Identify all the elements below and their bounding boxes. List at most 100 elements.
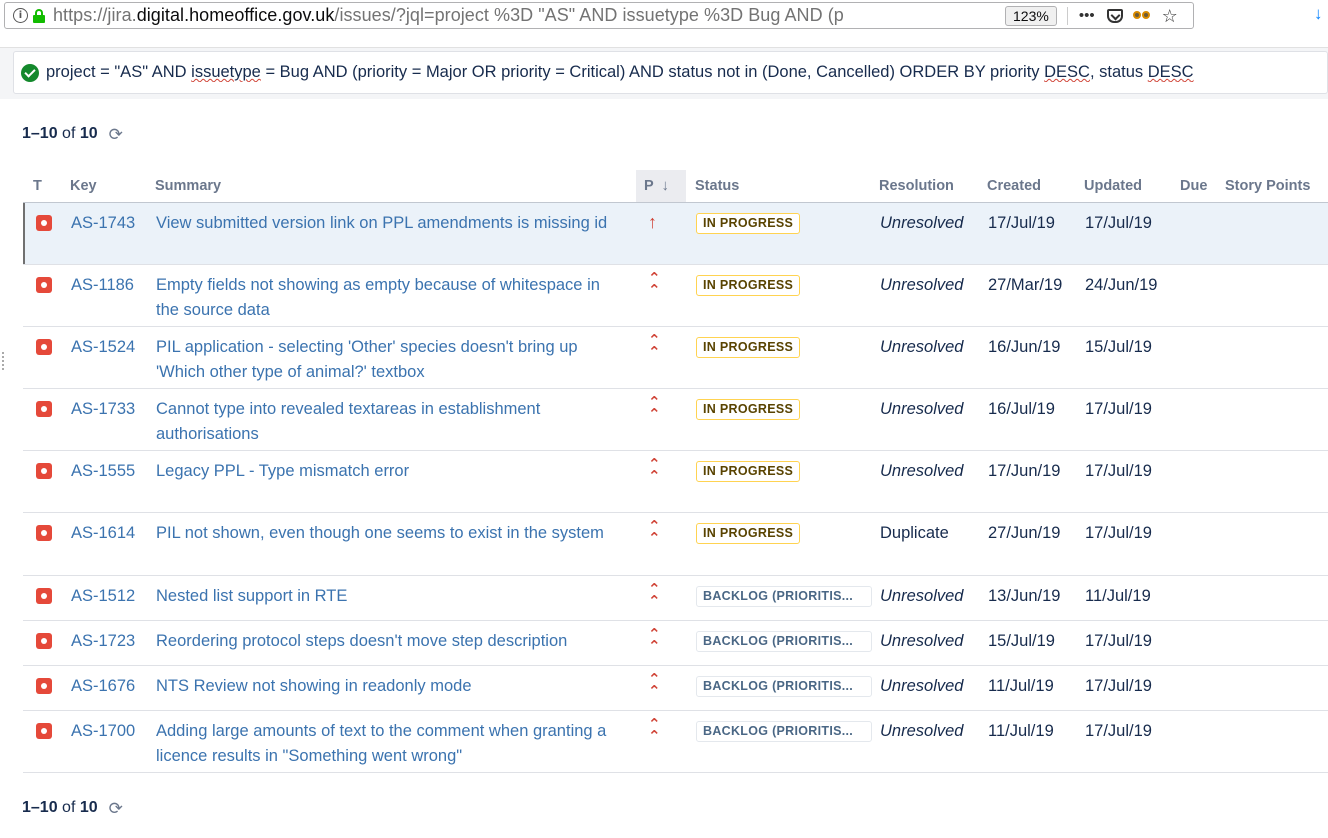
table-row[interactable]: AS-1512 Nested list support in RTE ⌃ ⌃ BACKL… xyxy=(23,575,1328,621)
jql-input[interactable]: project = "AS" AND issuetype = Bug AND (… xyxy=(13,51,1328,94)
download-icon[interactable]: ↓ xyxy=(1314,4,1323,24)
cell-type xyxy=(23,575,70,621)
status-lozenge: IN PROGRESS xyxy=(696,274,801,296)
cell-key: AS-1186 xyxy=(70,264,155,327)
jql-valid-icon xyxy=(21,63,39,82)
cell-type xyxy=(23,264,70,327)
priority-major-icon: ⌃ ⌃ xyxy=(648,393,661,423)
issue-key-link[interactable]: AS-1512 xyxy=(71,587,135,605)
issue-summary-link[interactable]: Nested list support in RTE xyxy=(156,587,347,605)
cell-due xyxy=(1180,620,1225,666)
cell-updated: 24/Jun/19 xyxy=(1084,264,1180,327)
ellipsis-icon[interactable]: ••• xyxy=(1079,8,1095,23)
updated-date: 17/Jul/19 xyxy=(1085,631,1152,650)
site-info-icon[interactable]: i xyxy=(13,8,28,23)
results-of: of xyxy=(62,799,76,816)
url-text[interactable]: https://jira.digital.homeoffice.gov.uk/i… xyxy=(53,5,985,26)
priority-major-icon: ⌃ ⌃ xyxy=(648,670,661,700)
cell-story-points xyxy=(1225,388,1328,451)
priority-major-icon: ⌃ ⌃ xyxy=(648,517,661,547)
cell-due xyxy=(1180,575,1225,621)
issue-summary-link[interactable]: Reordering protocol steps doesn't move s… xyxy=(156,632,567,650)
cell-story-points xyxy=(1225,665,1328,711)
issue-key-link[interactable]: AS-1555 xyxy=(71,462,135,480)
status-lozenge: BACKLOG (PRIORITIS... xyxy=(696,630,872,652)
cell-story-points xyxy=(1225,264,1328,327)
resolution-text: Duplicate xyxy=(880,523,949,542)
column-header-created[interactable]: Created xyxy=(987,170,1084,203)
status-lozenge: IN PROGRESS xyxy=(696,336,801,358)
column-header-priority[interactable]: P ↓ xyxy=(636,170,686,203)
tracking-mask-icon[interactable] xyxy=(1132,10,1151,21)
resolution-text: Unresolved xyxy=(880,337,964,356)
column-header-story-points[interactable]: Story Points xyxy=(1225,170,1328,203)
issue-summary-link[interactable]: Cannot type into revealed textareas in e… xyxy=(156,400,540,443)
cell-status: IN PROGRESS xyxy=(686,202,879,265)
status-lozenge: IN PROGRESS xyxy=(696,398,801,420)
status-lozenge: IN PROGRESS xyxy=(696,460,801,482)
issue-summary-link[interactable]: Legacy PPL - Type mismatch error xyxy=(156,462,409,480)
issue-summary-link[interactable]: PIL not shown, even though one seems to … xyxy=(156,524,604,542)
issue-key-link[interactable]: AS-1676 xyxy=(71,677,135,695)
issue-key-link[interactable]: AS-1733 xyxy=(71,400,135,418)
column-header-due[interactable]: Due xyxy=(1180,170,1225,203)
issue-key-link[interactable]: AS-1723 xyxy=(71,632,135,650)
table-row[interactable]: AS-1700 Adding large amounts of text to t… xyxy=(23,710,1328,773)
sidebar-resize-handle[interactable] xyxy=(2,352,5,370)
cell-type xyxy=(23,450,70,513)
cell-summary: PIL not shown, even though one seems to … xyxy=(155,512,636,576)
cell-status: IN PROGRESS xyxy=(686,326,879,389)
cell-resolution: Unresolved xyxy=(879,620,987,666)
browser-url-bar[interactable]: i https://jira.digital.homeoffice.gov.uk… xyxy=(4,2,1194,29)
pocket-icon[interactable] xyxy=(1106,8,1123,23)
cell-resolution: Unresolved xyxy=(879,264,987,327)
results-count-bottom: 1–10 of 10 ⟳ xyxy=(22,799,123,817)
table-row[interactable]: AS-1733 Cannot type into revealed textare… xyxy=(23,388,1328,451)
refresh-icon[interactable]: ⟳ xyxy=(109,126,123,143)
cell-type xyxy=(23,326,70,389)
issue-summary-link[interactable]: Empty fields not showing as empty becaus… xyxy=(156,276,600,319)
resolution-text: Unresolved xyxy=(880,275,964,294)
issue-summary-link[interactable]: PIL application - selecting 'Other' spec… xyxy=(156,338,578,381)
column-header-key[interactable]: Key xyxy=(70,170,155,203)
cell-story-points xyxy=(1225,620,1328,666)
issue-summary-link[interactable]: Adding large amounts of text to the comm… xyxy=(156,722,606,765)
results-range: 1–10 xyxy=(22,125,58,142)
issue-summary-link[interactable]: NTS Review not showing in readonly mode xyxy=(156,677,472,695)
refresh-icon[interactable]: ⟳ xyxy=(109,800,123,817)
resolution-text: Unresolved xyxy=(880,631,964,650)
column-header-status[interactable]: Status xyxy=(686,170,879,203)
table-row[interactable]: AS-1743 View submitted version link on PP… xyxy=(23,202,1328,265)
sort-desc-icon: ↓ xyxy=(661,177,669,195)
created-date: 27/Jun/19 xyxy=(988,523,1061,542)
cell-updated: 17/Jul/19 xyxy=(1084,202,1180,265)
issue-key-link[interactable]: AS-1186 xyxy=(71,276,134,294)
cell-status: IN PROGRESS xyxy=(686,512,879,576)
jql-query-text[interactable]: project = "AS" AND issuetype = Bug AND (… xyxy=(46,63,1194,82)
cell-updated: 17/Jul/19 xyxy=(1084,512,1180,576)
priority-major-icon: ⌃ ⌃ xyxy=(648,331,661,361)
star-icon[interactable]: ☆ xyxy=(1162,7,1178,25)
column-header-summary[interactable]: Summary xyxy=(155,170,636,203)
issue-summary-link[interactable]: View submitted version link on PPL amend… xyxy=(156,214,607,232)
table-row[interactable]: AS-1676 NTS Review not showing in readonl… xyxy=(23,665,1328,711)
column-header-type[interactable]: T xyxy=(23,170,70,203)
cell-key: AS-1723 xyxy=(70,620,155,666)
table-row[interactable]: AS-1555 Legacy PPL - Type mismatch error ⌃… xyxy=(23,450,1328,513)
column-header-updated[interactable]: Updated xyxy=(1084,170,1180,203)
table-row[interactable]: AS-1614 PIL not shown, even though one se… xyxy=(23,512,1328,576)
bug-icon xyxy=(36,276,52,293)
issue-key-link[interactable]: AS-1743 xyxy=(71,214,135,232)
table-row[interactable]: AS-1186 Empty fields not showing as empty… xyxy=(23,264,1328,327)
cell-summary: Adding large amounts of text to the comm… xyxy=(155,710,636,773)
zoom-level-button[interactable]: 123% xyxy=(1005,5,1057,26)
issue-key-link[interactable]: AS-1614 xyxy=(71,524,135,542)
column-header-resolution[interactable]: Resolution xyxy=(879,170,987,203)
updated-date: 15/Jul/19 xyxy=(1085,337,1152,356)
table-row[interactable]: AS-1723 Reordering protocol steps doesn't… xyxy=(23,620,1328,666)
created-date: 11/Jul/19 xyxy=(988,721,1054,740)
table-row[interactable]: AS-1524 PIL application - selecting 'Othe… xyxy=(23,326,1328,389)
issue-key-link[interactable]: AS-1524 xyxy=(71,338,135,356)
cell-summary: Empty fields not showing as empty becaus… xyxy=(155,264,636,327)
issue-key-link[interactable]: AS-1700 xyxy=(71,722,135,740)
